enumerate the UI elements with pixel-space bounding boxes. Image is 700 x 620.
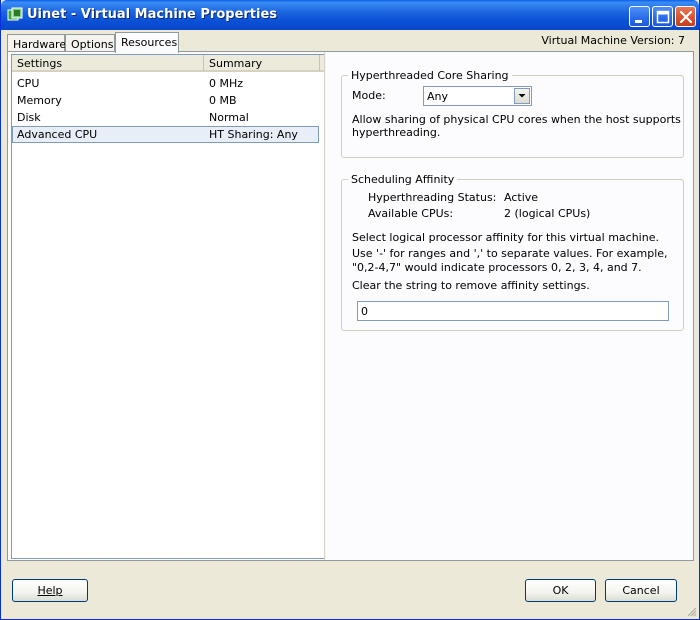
- help-button[interactable]: Help: [12, 579, 88, 602]
- affinity-instruction-1: Select logical processor affinity for th…: [352, 231, 659, 244]
- tab-resources[interactable]: Resources: [115, 32, 179, 53]
- maximize-button[interactable]: [652, 6, 673, 27]
- vm-version-label: Virtual Machine Version: 7: [541, 34, 685, 47]
- cancel-button[interactable]: Cancel: [605, 579, 677, 602]
- scheduling-affinity-group: Scheduling Affinity Hyperthreading Statu…: [341, 173, 684, 331]
- ht-status-label: Hyperthreading Status:: [368, 191, 497, 204]
- ok-button[interactable]: OK: [525, 579, 596, 602]
- affinity-input[interactable]: [357, 301, 669, 321]
- vm-app-icon: [7, 7, 23, 21]
- help-button-label: Help: [37, 584, 63, 597]
- settings-table: Settings Summary CPU 0 MHz Memory 0 MB D…: [11, 54, 326, 559]
- tab-options[interactable]: Options: [65, 34, 115, 52]
- mode-select-value: Any: [427, 90, 449, 103]
- title-bar[interactable]: Uinet - Virtual Machine Properties: [1, 0, 699, 30]
- affinity-instruction-3: "0,2-4,7" would indicate processors 0, 2…: [352, 261, 642, 274]
- window-title: Uinet - Virtual Machine Properties: [27, 7, 278, 22]
- maximize-icon: [656, 10, 670, 24]
- table-header: Settings Summary: [12, 55, 325, 72]
- mode-select[interactable]: Any: [423, 86, 532, 106]
- minimize-button[interactable]: [629, 6, 650, 27]
- scheduling-affinity-title: Scheduling Affinity: [348, 173, 458, 186]
- table-row-advanced-cpu[interactable]: Advanced CPU HT Sharing: Any: [12, 126, 319, 143]
- available-cpus-value: 2 (logical CPUs): [504, 207, 591, 220]
- column-header-settings[interactable]: Settings: [12, 55, 204, 72]
- ht-status-value: Active: [504, 191, 539, 204]
- table-row-memory[interactable]: Memory 0 MB: [12, 92, 319, 109]
- tab-options-label: Options: [71, 38, 114, 51]
- affinity-instruction-4: Clear the string to remove affinity sett…: [352, 279, 590, 292]
- tab-hardware[interactable]: Hardware: [7, 34, 67, 52]
- ht-sharing-group: Hyperthreaded Core Sharing Mode: Any All…: [341, 69, 684, 158]
- tab-resources-label: Resources: [121, 36, 178, 49]
- table-row-disk[interactable]: Disk Normal: [12, 109, 319, 126]
- tab-hardware-label: Hardware: [13, 38, 67, 51]
- table-row-cpu[interactable]: CPU 0 MHz: [12, 75, 319, 92]
- chevron-down-icon: [518, 94, 526, 98]
- mode-dropdown-button[interactable]: [514, 88, 530, 104]
- ht-description-line2: hyperthreading.: [352, 126, 441, 139]
- vm-properties-window: Uinet - Virtual Machine Properties Hardw…: [0, 0, 700, 620]
- affinity-instruction-2: Use '-' for ranges and ',' to separate v…: [352, 247, 668, 260]
- cancel-button-label: Cancel: [622, 584, 660, 597]
- ht-description-line1: Allow sharing of physical CPU cores when…: [352, 113, 681, 126]
- resources-panel: Settings Summary CPU 0 MHz Memory 0 MB D…: [7, 51, 694, 561]
- column-header-summary[interactable]: Summary: [204, 55, 320, 72]
- available-cpus-label: Available CPUs:: [368, 207, 454, 220]
- close-icon: [679, 10, 693, 24]
- mode-label: Mode:: [352, 89, 386, 102]
- close-button[interactable]: [675, 6, 696, 27]
- minimize-icon: [635, 20, 642, 23]
- pane-divider[interactable]: [324, 52, 327, 560]
- ok-button-label: OK: [552, 584, 569, 597]
- ht-sharing-title: Hyperthreaded Core Sharing: [348, 69, 512, 82]
- resize-grip-icon[interactable]: [685, 605, 697, 617]
